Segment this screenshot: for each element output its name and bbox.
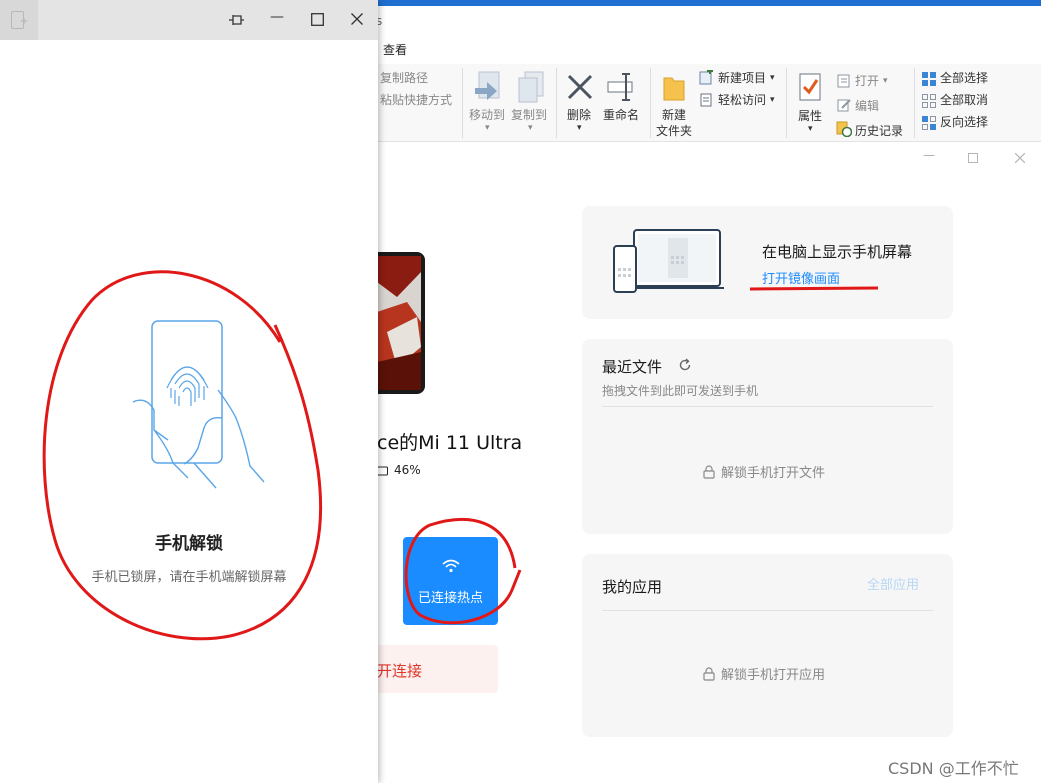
unlock-message: 手机已锁屏，请在手机端解锁屏幕: [91, 570, 287, 585]
maximize-icon[interactable]: [311, 13, 324, 26]
easy-access-button[interactable]: 轻松访问: [718, 93, 766, 107]
maximize-icon[interactable]: [968, 153, 978, 163]
lock-icon: [703, 666, 715, 681]
copy-to-button[interactable]: 复制到: [511, 108, 547, 122]
mirror-card: 在电脑上显示手机屏幕 打开镜像画面: [582, 206, 953, 319]
phone-link-app-window: — ce的Mi 11 Ultra 46% 已连接热点 开连接 在电脑上显示手机屏…: [377, 142, 1041, 783]
battery-level: 46%: [394, 463, 421, 477]
lock-icon: [703, 464, 715, 479]
edit-button[interactable]: 编辑: [855, 99, 879, 113]
copy-to-icon: [518, 71, 544, 103]
properties-icon: [799, 73, 821, 101]
watermark: CSDN @工作不忙: [888, 759, 1019, 778]
new-folder-icon: [663, 77, 685, 101]
properties-button[interactable]: 属性: [798, 109, 822, 123]
move-to-icon: [475, 71, 500, 100]
ribbon-separator: [556, 68, 557, 138]
my-apps-locked-text: 解锁手机打开应用: [721, 668, 826, 683]
new-folder-button-line1[interactable]: 新建: [662, 108, 686, 122]
new-folder-button-line2[interactable]: 文件夹: [656, 124, 692, 138]
new-item-button[interactable]: 新建项目: [718, 71, 766, 85]
unlock-title: 手机解锁: [155, 534, 223, 554]
copy-path-button[interactable]: 复制路径: [380, 71, 428, 85]
history-icon: [836, 121, 852, 137]
ribbon-separator: [914, 68, 915, 138]
recent-files-title: 最近文件: [602, 358, 663, 376]
close-icon[interactable]: [351, 13, 363, 25]
rename-icon: [607, 73, 633, 101]
easy-access-dropdown-icon: ▾: [770, 95, 775, 105]
refresh-icon[interactable]: [678, 358, 692, 372]
my-apps-locked: 解锁手机打开应用: [703, 664, 825, 683]
select-none-icon: [922, 94, 936, 108]
properties-dropdown-icon: ▾: [808, 124, 813, 134]
ribbon-separator: [786, 68, 787, 138]
hotspot-button-label: 已连接热点: [417, 591, 483, 606]
select-none-button[interactable]: 全部取消: [940, 93, 988, 107]
wifi-icon: [442, 559, 460, 573]
minimize-icon[interactable]: —: [923, 148, 935, 162]
recent-files-locked: 解锁手机打开文件: [703, 462, 825, 481]
my-apps-title: 我的应用: [602, 578, 663, 596]
edit-icon: [837, 99, 851, 112]
recent-files-card: 最近文件 拖拽文件到此即可发送到手机 解锁手机打开文件: [582, 339, 953, 534]
move-to-dropdown-icon: ▾: [485, 123, 490, 133]
select-all-button[interactable]: 全部选择: [940, 71, 988, 85]
screen-mirror-icon: [613, 229, 724, 293]
disconnect-button-label: 开连接: [377, 662, 423, 680]
fingerprint-unlock-illustration: [132, 320, 265, 489]
ribbon-separator: [650, 68, 651, 138]
phone-unlock-window: — 手机解锁 手机已锁屏，请在手机端解锁屏幕: [0, 0, 378, 783]
delete-icon: [567, 74, 593, 100]
easy-access-icon: [700, 93, 712, 107]
invert-selection-button[interactable]: 反向选择: [940, 115, 988, 129]
delete-dropdown-icon: ▾: [577, 123, 582, 133]
divider: [602, 406, 933, 407]
rename-button[interactable]: 重命名: [603, 108, 639, 122]
history-button[interactable]: 历史记录: [855, 124, 903, 138]
device-name: ce的Mi 11 Ultra: [377, 432, 523, 454]
move-to-button[interactable]: 移动到: [469, 108, 505, 122]
recent-files-subtitle: 拖拽文件到此即可发送到手机: [602, 384, 759, 398]
divider: [602, 610, 933, 611]
paste-shortcut-button[interactable]: 粘贴快捷方式: [380, 93, 452, 107]
pin-icon[interactable]: [226, 11, 246, 29]
recent-files-locked-text: 解锁手机打开文件: [721, 466, 826, 481]
app-logo-icon: [11, 11, 27, 29]
phone-image: [377, 252, 425, 394]
open-mirror-link[interactable]: 打开镜像画面: [762, 268, 840, 287]
minimize-icon[interactable]: —: [270, 9, 284, 25]
open-dropdown-icon: ▾: [883, 76, 888, 86]
open-icon: [837, 74, 850, 88]
mirror-card-title: 在电脑上显示手机屏幕: [762, 243, 913, 261]
battery-icon: [377, 466, 388, 476]
all-apps-link[interactable]: 全部应用: [867, 574, 919, 593]
close-icon[interactable]: [1015, 153, 1025, 163]
invert-selection-icon: [922, 116, 936, 130]
disconnect-button[interactable]: 开连接: [377, 645, 498, 693]
delete-button[interactable]: 删除: [567, 108, 591, 122]
select-all-icon: [922, 72, 936, 86]
my-apps-card: 我的应用 全部应用 解锁手机打开应用: [582, 554, 953, 737]
new-item-dropdown-icon: ▾: [770, 73, 775, 83]
new-item-icon: [699, 70, 713, 85]
ribbon-separator: [462, 68, 463, 138]
open-button[interactable]: 打开: [855, 74, 879, 88]
tab-view[interactable]: 查看: [383, 41, 407, 58]
hotspot-button[interactable]: 已连接热点: [403, 537, 498, 625]
copy-to-dropdown-icon: ▾: [528, 123, 533, 133]
